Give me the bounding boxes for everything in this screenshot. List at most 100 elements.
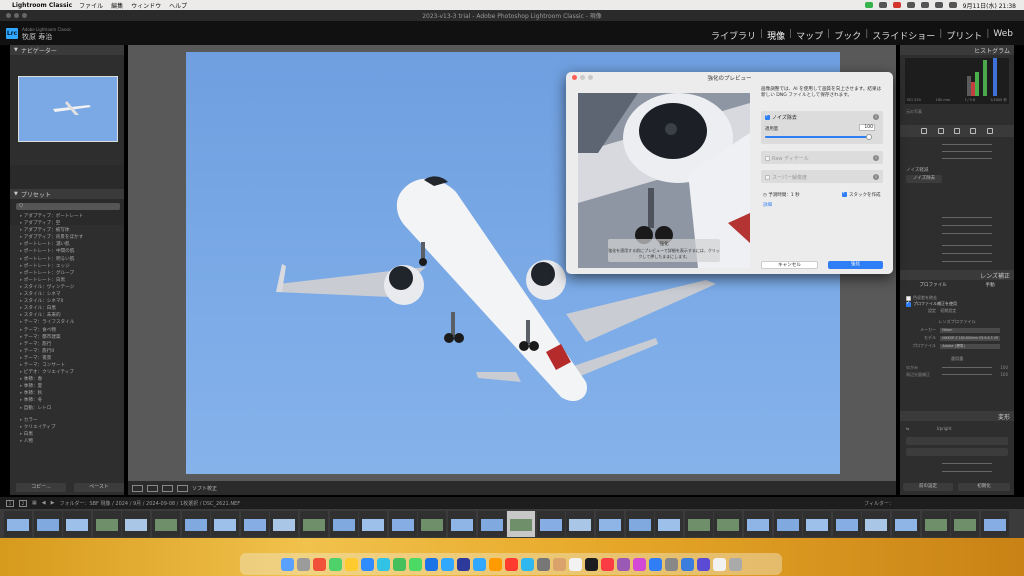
filmstrip-thumbnail[interactable] bbox=[980, 511, 1009, 537]
filmstrip-thumbnail[interactable] bbox=[892, 511, 920, 537]
preset-item[interactable]: 自動：レトロ bbox=[20, 405, 122, 412]
filmstrip-thumbnail[interactable] bbox=[181, 511, 210, 537]
preset-item[interactable]: スタイル：白黒 bbox=[20, 305, 122, 312]
preset-item[interactable]: テーマ：旅行II bbox=[20, 348, 122, 355]
slider-track[interactable] bbox=[942, 253, 992, 254]
slider-track[interactable] bbox=[942, 261, 992, 262]
tab-lens-profile[interactable]: プロファイル bbox=[919, 282, 947, 288]
navigator-header[interactable]: ▼ ナビゲーター bbox=[10, 45, 124, 55]
noise-checkbox[interactable] bbox=[765, 113, 770, 120]
menu-file[interactable]: ファイル bbox=[79, 1, 103, 10]
detail-row[interactable] bbox=[906, 142, 1008, 147]
reset-button[interactable]: 初期化 bbox=[958, 483, 1010, 491]
red-eye-icon[interactable] bbox=[970, 128, 977, 134]
preset-item[interactable]: テーマ：都市建築 bbox=[20, 334, 122, 341]
zoom-window-icon[interactable] bbox=[22, 13, 27, 18]
menu-edit[interactable]: 編集 bbox=[111, 1, 123, 10]
dock-app-icon[interactable] bbox=[536, 557, 550, 571]
preset-item[interactable]: ポートレート：明るい肌 bbox=[20, 256, 122, 263]
healing-icon[interactable] bbox=[953, 128, 960, 134]
lens-profile-select[interactable]: Adobe (標準) bbox=[940, 343, 1001, 349]
dock-app-icon[interactable] bbox=[552, 557, 566, 571]
amount-value-field[interactable]: 100 bbox=[859, 124, 875, 131]
preset-item[interactable]: アダプティブ：ポートレート bbox=[20, 213, 122, 220]
stack-checkbox[interactable] bbox=[842, 190, 847, 197]
dock-app-icon[interactable] bbox=[568, 557, 582, 571]
before-after-icon[interactable] bbox=[147, 484, 158, 492]
filmstrip-thumbnail[interactable] bbox=[862, 511, 891, 537]
upright-buttons[interactable] bbox=[906, 437, 1008, 445]
filmstrip-thumbnail[interactable] bbox=[270, 511, 299, 537]
slider-track[interactable] bbox=[942, 225, 992, 226]
cancel-button[interactable]: キャンセル bbox=[761, 261, 818, 269]
distortion-row[interactable]: ゆがみ 100 bbox=[906, 365, 1008, 370]
dock-app-icon[interactable] bbox=[712, 557, 726, 571]
transform-row[interactable] bbox=[906, 469, 1008, 474]
slider-track[interactable] bbox=[942, 151, 992, 152]
dock-app-icon[interactable] bbox=[424, 557, 438, 571]
preset-item[interactable]: カラー bbox=[20, 417, 122, 424]
nr-slider-row[interactable] bbox=[906, 243, 1008, 248]
presets-header[interactable]: ▼ プリセット bbox=[10, 189, 124, 199]
page-1-button[interactable]: 1 bbox=[6, 499, 14, 507]
dock-app-icon[interactable] bbox=[616, 557, 630, 571]
filmstrip[interactable] bbox=[0, 509, 1024, 538]
dock-app-icon[interactable] bbox=[312, 557, 326, 571]
before-after-swap-icon[interactable] bbox=[162, 484, 173, 492]
navigator-thumbnail[interactable] bbox=[18, 76, 118, 142]
wifi-icon[interactable] bbox=[906, 2, 915, 8]
slider-track[interactable] bbox=[942, 217, 992, 218]
masking-icon[interactable] bbox=[986, 128, 993, 134]
filmstrip-thumbnail[interactable] bbox=[329, 511, 358, 537]
filmstrip-thumbnail[interactable] bbox=[773, 511, 802, 537]
slider-track[interactable] bbox=[942, 471, 992, 472]
crop-icon[interactable] bbox=[937, 128, 944, 134]
nr-slider-row[interactable] bbox=[906, 251, 1008, 256]
preset-item[interactable]: テーマ：食べ物 bbox=[20, 327, 122, 334]
preset-item[interactable]: スタイル：ヴィンテージ bbox=[20, 284, 122, 291]
preset-search-input[interactable]: Q bbox=[16, 203, 120, 210]
filmstrip-thumbnail[interactable] bbox=[63, 511, 92, 537]
preset-item[interactable]: 季節：冬 bbox=[20, 397, 122, 404]
module-develop[interactable]: 現像 bbox=[764, 29, 788, 42]
preset-item[interactable]: 白黒 bbox=[20, 431, 122, 438]
dock-app-icon[interactable] bbox=[472, 557, 486, 571]
module-book[interactable]: ブック bbox=[831, 29, 864, 42]
clock[interactable]: 9月11日(水) 21:38 bbox=[963, 1, 1016, 10]
filmstrip-thumbnail[interactable] bbox=[921, 511, 950, 537]
stack-option[interactable]: スタックを作成 bbox=[842, 190, 881, 198]
edit-sliders-icon[interactable] bbox=[921, 128, 928, 134]
preset-item[interactable]: ビデオ：クリエイティブ bbox=[20, 369, 122, 376]
filmstrip-thumbnail[interactable] bbox=[625, 511, 654, 537]
filmstrip-thumbnail[interactable] bbox=[803, 511, 832, 537]
lens-setup-select[interactable]: 初期設定 bbox=[940, 308, 956, 313]
lens-correction-header[interactable]: レンズ補正 bbox=[900, 270, 1014, 280]
filmstrip-thumbnail[interactable] bbox=[418, 511, 447, 537]
paste-button[interactable]: ペースト bbox=[74, 483, 124, 492]
battery-icon[interactable] bbox=[920, 2, 929, 8]
dock-app-icon[interactable] bbox=[440, 557, 454, 571]
dock-app-icon[interactable] bbox=[632, 557, 646, 571]
filmstrip-path[interactable]: フォルダー：SBF 現像 / 2024 / 9月 / 2024-09-08 / … bbox=[59, 500, 240, 507]
control-center-icon[interactable] bbox=[948, 2, 957, 8]
preset-item[interactable]: ポートレート：エッジ bbox=[20, 263, 122, 270]
dock-app-icon[interactable] bbox=[696, 557, 710, 571]
loupe-view-icon[interactable] bbox=[132, 484, 143, 492]
lens-maker-select[interactable]: Nikon bbox=[940, 327, 1001, 333]
status-icon-red[interactable] bbox=[892, 2, 901, 8]
nr-slider-row[interactable] bbox=[906, 231, 1008, 236]
module-library[interactable]: ライブラリ bbox=[708, 29, 759, 42]
vignette-value[interactable]: 100 bbox=[1000, 372, 1008, 377]
dock-app-icon[interactable] bbox=[360, 557, 374, 571]
preset-item[interactable]: 季節：夏 bbox=[20, 383, 122, 390]
info-icon[interactable]: i bbox=[873, 174, 879, 180]
slider-track[interactable] bbox=[942, 374, 992, 375]
tab-lens-manual[interactable]: 手動 bbox=[985, 282, 994, 288]
slider-track[interactable] bbox=[942, 233, 992, 234]
histogram-header[interactable]: ヒストグラム bbox=[900, 45, 1014, 55]
dock-app-icon[interactable] bbox=[488, 557, 502, 571]
super-res-checkbox[interactable] bbox=[765, 175, 770, 180]
filmstrip-thumbnail[interactable] bbox=[507, 511, 536, 537]
lens-option-profile[interactable]: プロファイル補正を使用 bbox=[906, 300, 957, 307]
slider-track[interactable] bbox=[942, 158, 992, 159]
